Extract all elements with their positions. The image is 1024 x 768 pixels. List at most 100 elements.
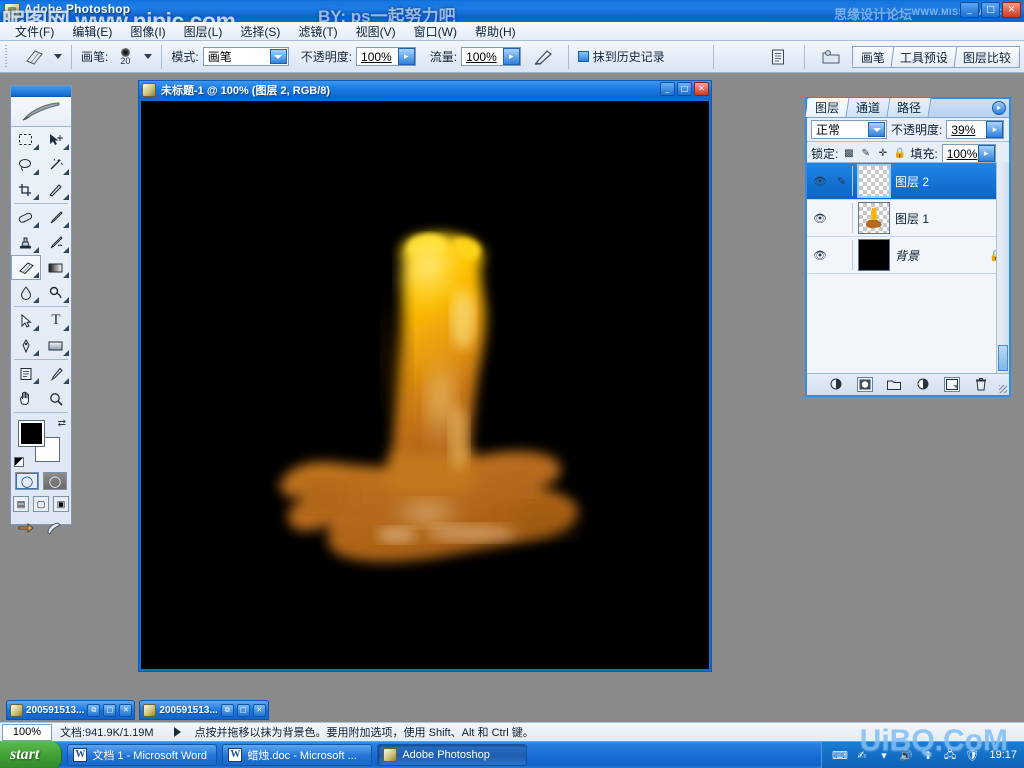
toolbox-titlebar[interactable] bbox=[11, 86, 71, 97]
healing-brush-tool[interactable] bbox=[11, 205, 41, 230]
lasso-tool[interactable] bbox=[11, 152, 41, 177]
keyboard-icon[interactable]: ⌨ bbox=[832, 748, 847, 763]
jump-icon[interactable] bbox=[43, 519, 65, 537]
brush-tool[interactable] bbox=[41, 205, 71, 230]
restore-button[interactable]: ⧉ bbox=[87, 704, 100, 717]
brush-chevron-down-icon[interactable] bbox=[144, 54, 152, 59]
document-titlebar[interactable]: 未标题-1 @ 100% (图层 2, RGB/8) _ □ ✕ bbox=[139, 81, 711, 99]
mode-select[interactable]: 画笔 bbox=[203, 47, 289, 66]
hand-tool[interactable] bbox=[11, 386, 41, 411]
start-button[interactable]: start bbox=[0, 742, 62, 768]
menu-view[interactable]: 视图(V) bbox=[347, 21, 405, 42]
full-screen-icon[interactable]: ▣ bbox=[53, 496, 69, 512]
minimize-button[interactable]: _ bbox=[960, 2, 979, 18]
status-menu-arrow-icon[interactable] bbox=[174, 727, 181, 737]
layer-row-layer-1[interactable]: 👁 图层 1 bbox=[807, 200, 1009, 237]
document-icon[interactable] bbox=[763, 45, 793, 69]
new-adjustment-layer-button[interactable] bbox=[915, 377, 931, 392]
flow-slider-arrow-icon[interactable]: ▸ bbox=[503, 48, 520, 65]
layer-opacity-input[interactable]: 39% ▸ bbox=[946, 120, 1004, 139]
erase-to-history-checkbox[interactable] bbox=[578, 51, 589, 62]
layers-scrollbar-thumb[interactable] bbox=[998, 345, 1008, 371]
layer-edit-brush-icon[interactable]: ✎ bbox=[831, 166, 853, 196]
document-close-button[interactable]: ✕ bbox=[694, 82, 709, 96]
volume-icon[interactable]: 🔊 bbox=[898, 748, 913, 763]
menu-select[interactable]: 选择(S) bbox=[231, 21, 289, 42]
fill-input[interactable]: 100% ▸ bbox=[942, 144, 996, 163]
standard-mode-icon[interactable]: ◯ bbox=[15, 472, 39, 490]
layer-visibility-icon[interactable]: 👁 bbox=[809, 212, 831, 225]
path-selection-tool[interactable] bbox=[11, 308, 41, 333]
palette-well-tab-layer-comps[interactable]: 图层比较 bbox=[955, 47, 1020, 67]
palette-well-tab-tool-presets[interactable]: 工具预设 bbox=[892, 47, 958, 67]
minimized-document-2[interactable]: 200591513... ⧉ □ ✕ bbox=[139, 700, 268, 720]
lock-all-icon[interactable]: 🔒 bbox=[893, 147, 906, 160]
opacity-slider-arrow-icon[interactable]: ▸ bbox=[398, 48, 415, 65]
network-icon[interactable]: 🖧 bbox=[942, 748, 957, 763]
layer-style-button[interactable] bbox=[828, 377, 844, 392]
zoom-tool[interactable] bbox=[41, 386, 71, 411]
opacity-input[interactable]: 100% ▸ bbox=[356, 47, 416, 66]
minimized-document-1[interactable]: 200591513... ⧉ □ ✕ bbox=[6, 700, 135, 720]
swap-colors-icon[interactable]: ⇄ bbox=[58, 418, 66, 429]
image-canvas[interactable] bbox=[141, 101, 709, 669]
type-tool[interactable]: T bbox=[41, 308, 71, 333]
taskbar-item-word-candle[interactable]: W 蜡烛.doc - Microsoft ... bbox=[222, 744, 372, 766]
layer-thumbnail[interactable] bbox=[858, 239, 890, 271]
taskbar-item-word-doc1[interactable]: W 文档 1 - Microsoft Word bbox=[67, 744, 217, 766]
layer-row-layer-2[interactable]: 👁 ✎ 图层 2 bbox=[807, 163, 1009, 200]
new-group-button[interactable] bbox=[886, 377, 902, 392]
tab-layers[interactable]: 图层 bbox=[805, 98, 849, 117]
pen-tool[interactable] bbox=[11, 333, 41, 358]
full-screen-menubar-icon[interactable]: ▢ bbox=[33, 496, 49, 512]
panel-menu-icon[interactable]: ▸ bbox=[992, 101, 1006, 115]
foreground-color-swatch[interactable] bbox=[19, 421, 44, 446]
blur-tool[interactable] bbox=[11, 280, 41, 305]
brush-preview[interactable]: 20 bbox=[112, 48, 138, 66]
menu-window[interactable]: 窗口(W) bbox=[405, 21, 466, 42]
ime-icon[interactable]: ✍ bbox=[854, 748, 869, 763]
menu-edit[interactable]: 编辑(E) bbox=[63, 21, 121, 42]
dodge-tool[interactable] bbox=[41, 280, 71, 305]
layer-name[interactable]: 图层 2 bbox=[895, 173, 929, 190]
menu-help[interactable]: 帮助(H) bbox=[466, 21, 525, 42]
restore-button[interactable]: ⧉ bbox=[221, 704, 234, 717]
menu-layer[interactable]: 图层(L) bbox=[175, 21, 232, 42]
quick-mask-mode-icon[interactable]: ◯ bbox=[43, 472, 67, 490]
file-browser-icon[interactable] bbox=[816, 45, 846, 69]
tab-channels[interactable]: 通道 bbox=[847, 98, 891, 117]
maximize-button[interactable]: □ bbox=[237, 704, 250, 717]
document-minimize-button[interactable]: _ bbox=[660, 82, 675, 96]
layer-link-cell[interactable] bbox=[831, 203, 853, 233]
layers-scrollbar[interactable] bbox=[996, 162, 1009, 373]
menu-image[interactable]: 图像(I) bbox=[121, 21, 174, 42]
shape-tool[interactable] bbox=[41, 333, 71, 358]
tool-preset-chevron-down-icon[interactable] bbox=[54, 54, 62, 59]
chevron-down-icon[interactable]: ▾ bbox=[876, 748, 891, 763]
toolbox-logo[interactable] bbox=[11, 97, 71, 127]
lock-transparency-icon[interactable]: ▩ bbox=[842, 147, 855, 160]
layer-row-background[interactable]: 👁 背景 🔒 bbox=[807, 237, 1009, 274]
eraser-tool[interactable] bbox=[11, 255, 41, 280]
tab-paths[interactable]: 路径 bbox=[888, 98, 932, 117]
standard-screen-icon[interactable]: ▤ bbox=[13, 496, 29, 512]
notes-tool[interactable] bbox=[11, 361, 41, 386]
eraser-icon[interactable] bbox=[18, 45, 48, 69]
eyedropper-tool[interactable] bbox=[41, 361, 71, 386]
airbrush-icon[interactable] bbox=[529, 45, 559, 69]
layer-opacity-slider-arrow-icon[interactable]: ▸ bbox=[986, 121, 1003, 138]
close-button[interactable]: ✕ bbox=[1002, 2, 1021, 18]
layer-thumbnail[interactable] bbox=[858, 202, 890, 234]
menu-filter[interactable]: 滤镜(T) bbox=[289, 21, 346, 42]
add-layer-mask-button[interactable] bbox=[857, 377, 873, 392]
maximize-button[interactable]: □ bbox=[103, 704, 116, 717]
update-icon[interactable]: ⬆ bbox=[920, 748, 935, 763]
layer-visibility-icon[interactable]: 👁 bbox=[809, 175, 831, 188]
options-bar-grip[interactable] bbox=[4, 45, 11, 69]
mode-chevron-down-icon[interactable] bbox=[270, 49, 287, 64]
jump-to-imageready-icon[interactable] bbox=[17, 519, 39, 537]
fill-slider-arrow-icon[interactable]: ▸ bbox=[978, 145, 995, 162]
lock-image-icon[interactable]: ✎ bbox=[859, 147, 872, 160]
layer-name[interactable]: 背景 bbox=[895, 247, 919, 264]
flow-input[interactable]: 100% ▸ bbox=[461, 47, 521, 66]
